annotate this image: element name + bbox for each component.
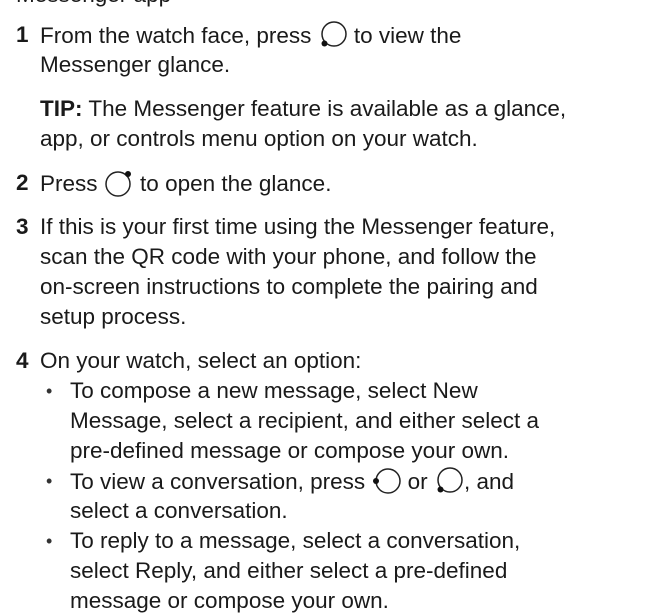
step-2-number: 2 [16,170,29,195]
step-1-text-post: to view the [353,23,462,48]
watch-button-bottom-left-icon [318,20,348,50]
step-3-line4: setup process. [40,304,187,329]
bullet-2-marker: • [46,471,53,491]
bullet-1-line2: Message, select a recipient, and either … [70,408,540,433]
step-3-number: 3 [16,214,29,239]
tip-line2: app, or controls menu option on your wat… [40,126,478,151]
step-1-text-line1: From the watch face, press to view the [40,20,461,51]
tip-label: TIP: [40,96,83,121]
bullet-2-line2: select a conversation. [70,498,288,523]
step-1-number: 1 [16,22,29,47]
step-1-text-line2: Messenger glance. [40,52,231,77]
watch-button-top-right-icon [104,168,134,198]
bullet-2-line1: To view a conversation, press or , and [70,466,514,497]
bullet-1-line3: pre-defined message or compose your own. [70,438,509,463]
header-fragment: Messenger app [16,0,171,10]
bullet-1-marker: • [46,381,53,401]
step-3-line3: on-screen instructions to complete the p… [40,274,538,299]
watch-button-middle-left-icon [371,466,402,496]
step-2-text: Press to open the glance. [40,168,331,199]
bullet-3-marker: • [46,531,53,551]
step-4-line1: On your watch, select an option: [40,348,362,373]
bullet-2-text-post: , and [463,469,514,494]
step-3-line1: If this is your first time using the Mes… [40,214,556,239]
bullet-3-line2: select Reply, and either select a pre-de… [70,558,508,583]
step-2-text-pre: Press [40,171,98,196]
step-1-text-pre: From the watch face, press [40,23,312,48]
watch-button-bottom-left-icon [434,466,464,496]
bullet-3-line1: To reply to a message, select a conversa… [70,528,521,553]
bullet-3-line3: message or compose your own. [70,588,389,613]
step-4-number: 4 [16,348,29,373]
step-2-text-post: to open the glance. [140,171,332,196]
tip-text: The Messenger feature is available as a … [88,96,567,121]
step-3-line2: scan the QR code with your phone, and fo… [40,244,537,269]
bullet-2-text-mid: or [407,469,428,494]
tip-line1: TIP: The Messenger feature is available … [40,94,566,124]
bullet-2-text-pre: To view a conversation, press [70,469,366,494]
bullet-1-line1: To compose a new message, select New [70,378,478,403]
